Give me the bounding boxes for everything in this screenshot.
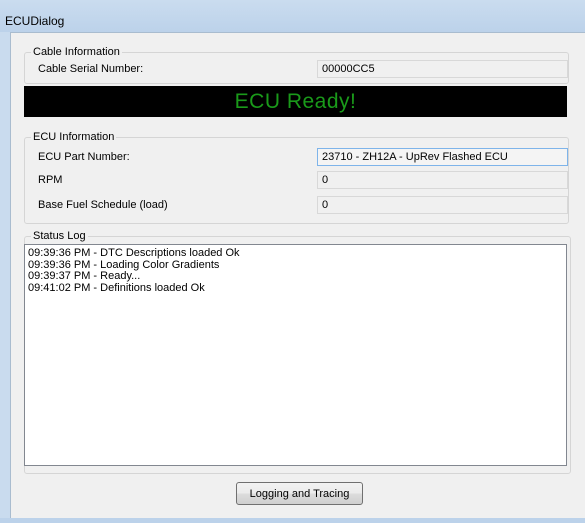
base-fuel-schedule-field[interactable]: 0	[317, 196, 568, 214]
ecu-part-number-label: ECU Part Number:	[38, 151, 130, 163]
log-line: 09:39:37 PM - Ready...	[28, 270, 141, 282]
logging-and-tracing-button[interactable]: Logging and Tracing	[236, 482, 363, 505]
rpm-field[interactable]: 0	[317, 171, 568, 189]
cable-serial-number-field[interactable]: 00000CC5	[317, 60, 568, 78]
ecu-part-number-field[interactable]: 23710 - ZH12A - UpRev Flashed ECU	[317, 148, 568, 166]
ecu-status-banner: ECU Ready!	[24, 86, 567, 117]
status-log-group-label: Status Log	[31, 229, 88, 243]
cable-serial-number-label: Cable Serial Number:	[38, 63, 144, 75]
title-bar[interactable]: ECUDialog	[0, 0, 585, 32]
cable-information-group-label: Cable Information	[31, 45, 122, 59]
log-line: 09:39:36 PM - DTC Descriptions loaded Ok	[28, 247, 240, 259]
window-title: ECUDialog	[5, 14, 65, 28]
ecu-dialog-window: ECUDialog Cable Information Cable Serial…	[0, 0, 585, 523]
status-log-textbox[interactable]: 09:39:36 PM - DTC Descriptions loaded Ok…	[24, 244, 567, 466]
base-fuel-schedule-label: Base Fuel Schedule (load)	[38, 199, 168, 211]
window-bottom-border	[0, 518, 585, 523]
ecu-information-group-label: ECU Information	[31, 130, 117, 144]
log-line: 09:41:02 PM - Definitions loaded Ok	[28, 281, 205, 294]
rpm-label: RPM	[38, 174, 63, 186]
